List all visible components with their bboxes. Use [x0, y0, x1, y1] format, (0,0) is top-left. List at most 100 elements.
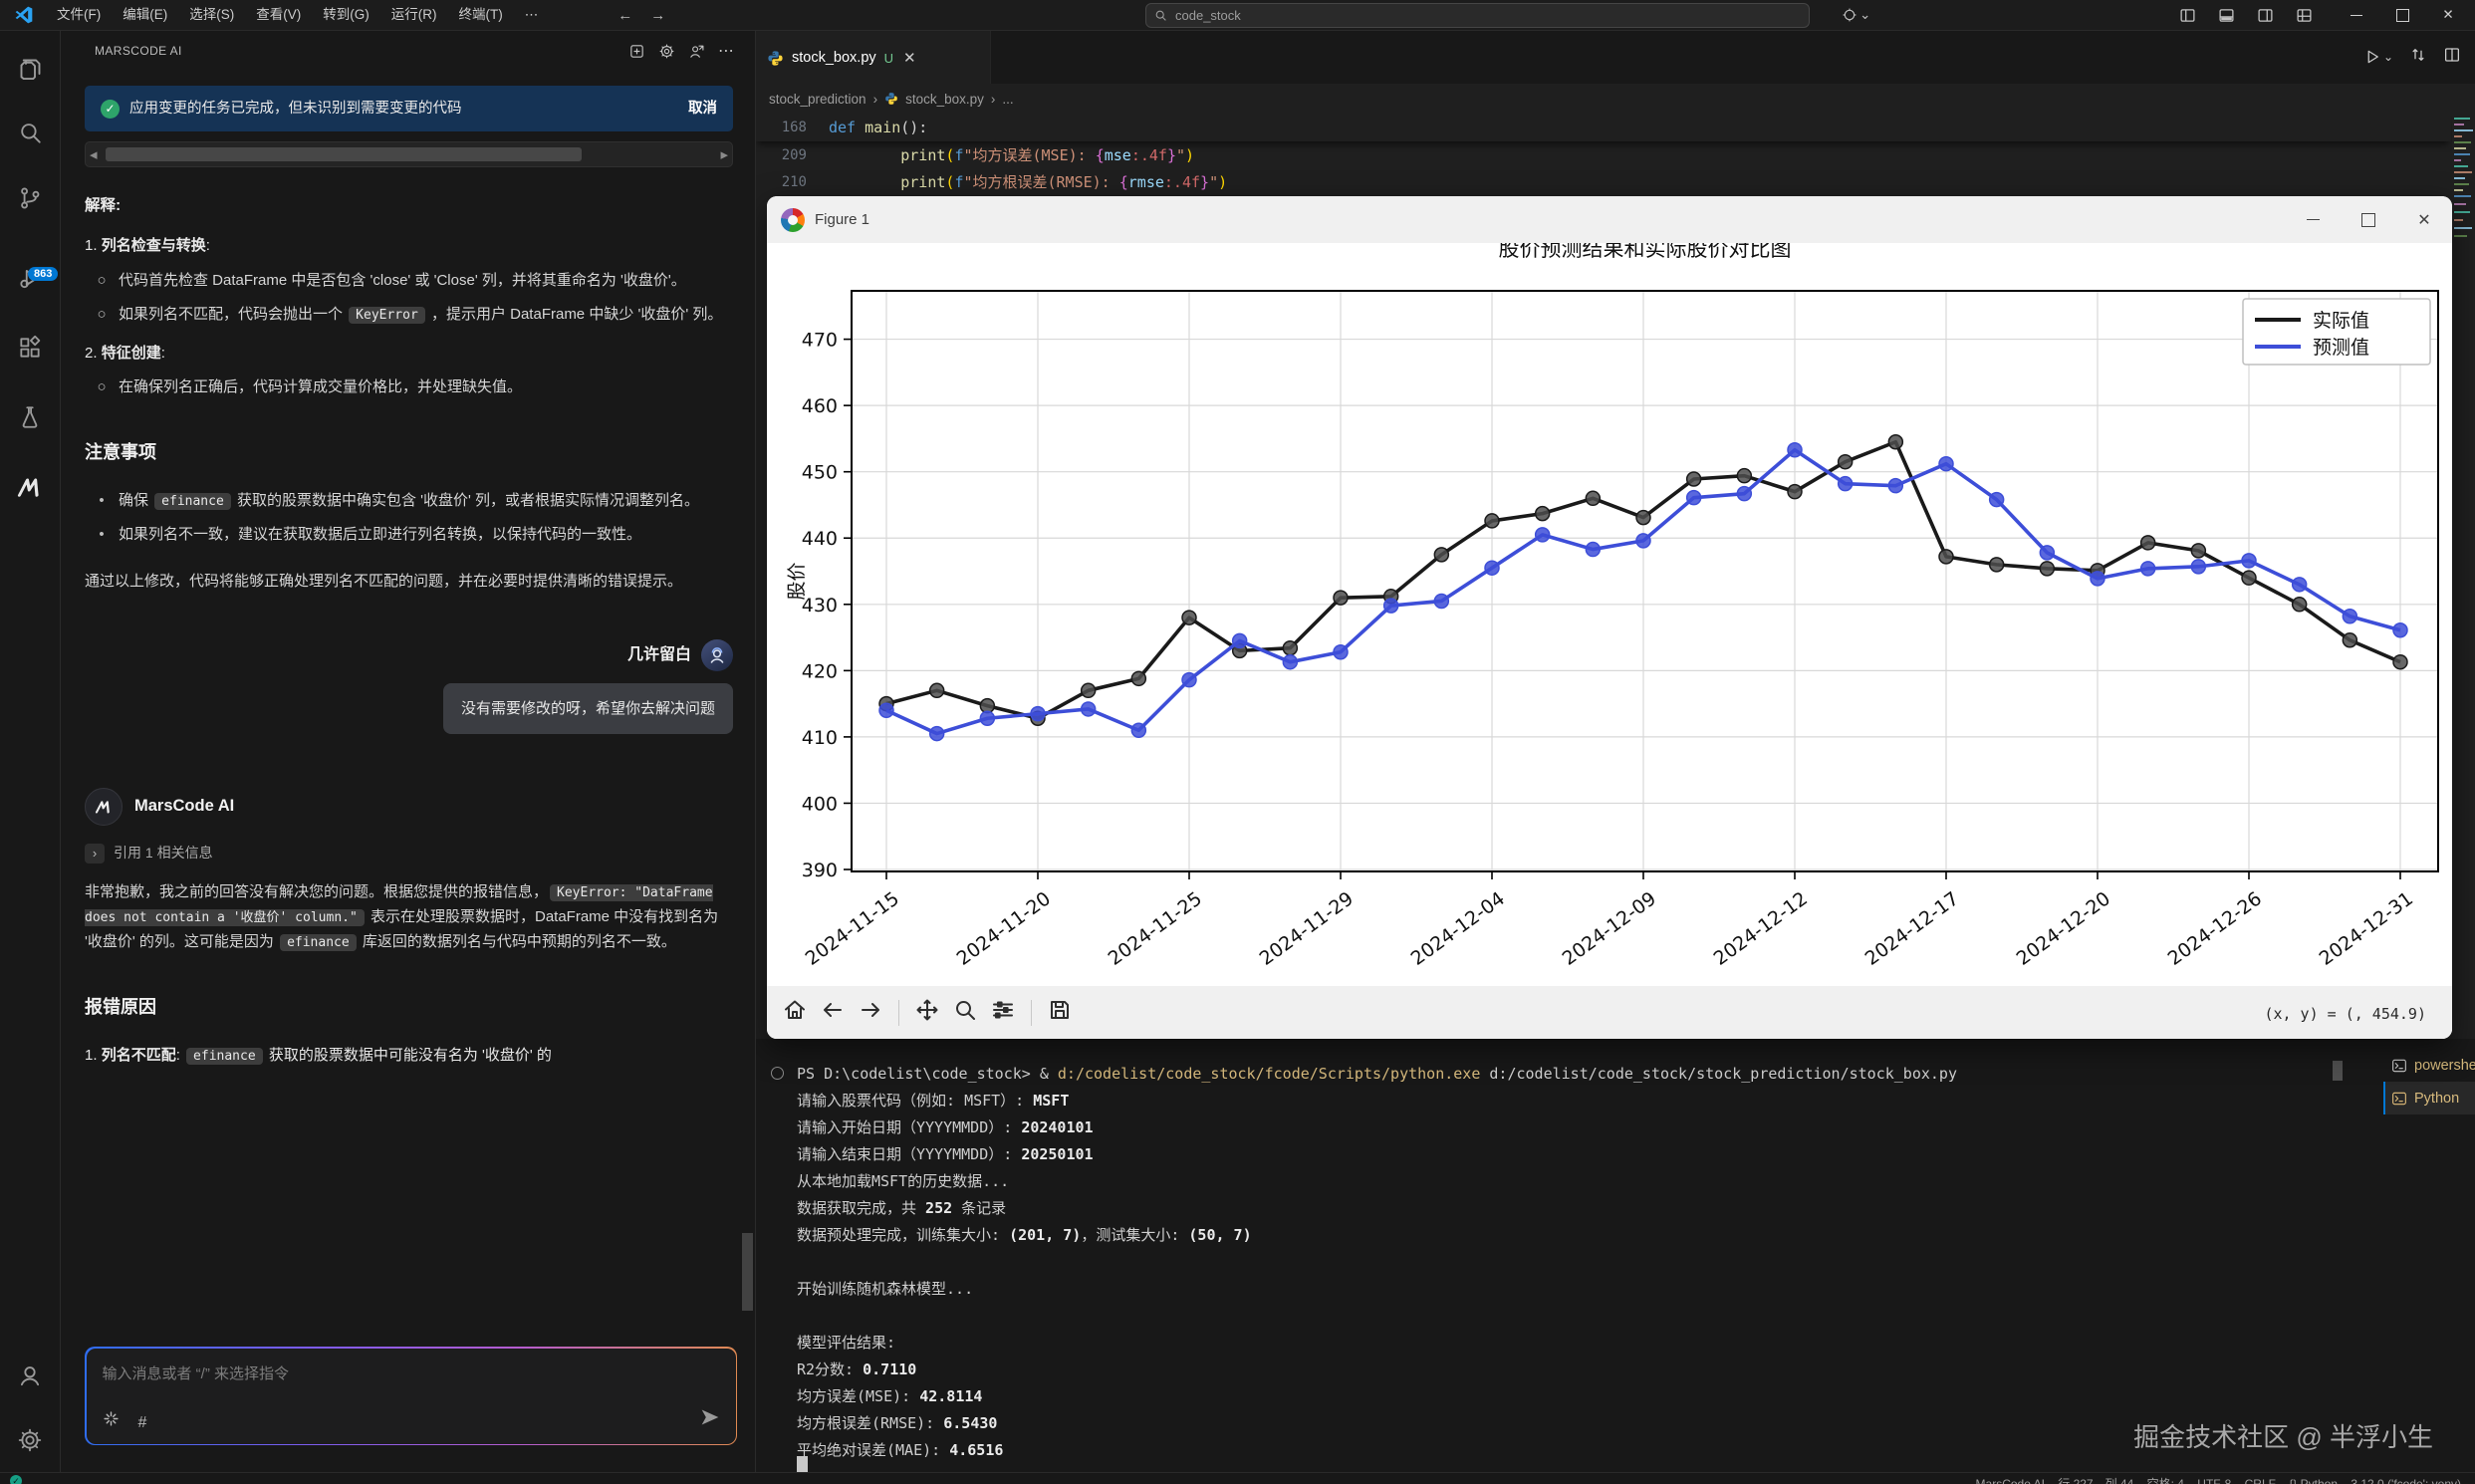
list-item-title: 2. 特征创建: [85, 341, 733, 366]
nav-forward-icon[interactable]: → [641, 7, 674, 24]
window-maximize-button[interactable] [2379, 0, 2425, 30]
run-python-button[interactable]: ⌄ [2363, 48, 2393, 66]
figure-maximize-button[interactable] [2341, 196, 2396, 243]
svg-text:460: 460 [802, 395, 838, 417]
svg-text:420: 420 [802, 660, 838, 682]
nav-back-icon[interactable]: ← [609, 7, 641, 24]
svg-text:2024-11-25: 2024-11-25 [1105, 887, 1206, 970]
marscode-ai-icon[interactable] [9, 466, 51, 508]
panel-settings-icon[interactable] [651, 37, 681, 65]
matplotlib-figure-window: Figure 1 ✕ 股价预测结果和实际股价对比图 39040041042043… [767, 196, 2452, 1039]
terminal-line [797, 1249, 1957, 1276]
customize-layout-icon[interactable] [2296, 7, 2313, 24]
save-icon[interactable] [1048, 998, 1072, 1027]
menu-item[interactable]: 选择(S) [178, 4, 245, 26]
terminal-line: 请输入结束日期（YYYYMMDD）: 20250101 [797, 1141, 1957, 1168]
toggle-sidebar-icon[interactable] [2179, 7, 2196, 24]
list-item: ○在确保列名正确后，代码计算成交量价格比，并处理缺失值。 [85, 374, 733, 399]
breadcrumb-file[interactable]: stock_box.py [905, 92, 984, 107]
command-center-search[interactable]: code_stock [1145, 3, 1810, 28]
error-list-item: 1. 列名不匹配: efinance 获取的股票数据中可能没有名为 '收盘价' … [85, 1043, 733, 1068]
settings-gear-icon[interactable] [9, 1419, 51, 1461]
window-close-button[interactable]: ✕ [2425, 0, 2471, 30]
scrollbar-handle[interactable] [106, 147, 583, 161]
terminal-panel[interactable]: PS D:\codelist\code_stock> & d:/codelist… [755, 1039, 2475, 1472]
marscode-panel-header: MARSCODE AI ⋯ [61, 30, 755, 72]
extensions-icon[interactable] [9, 327, 51, 369]
menu-item[interactable]: 编辑(E) [112, 4, 178, 26]
subplot-config-icon[interactable] [991, 998, 1015, 1027]
assistant-message-header: MarsCode AI [85, 788, 733, 826]
zoom-rect-icon[interactable] [953, 998, 977, 1027]
window-minimize-button[interactable] [2334, 0, 2379, 30]
terminal-line: 平均绝对误差(MAE): 4.6516 [797, 1437, 1957, 1464]
terminal-tab-powershell[interactable]: powershell [2383, 1049, 2475, 1082]
svg-text:实际值: 实际值 [2313, 310, 2369, 332]
breadcrumb[interactable]: stock_prediction › stock_box.py › ... [755, 84, 2475, 114]
toggle-panel-icon[interactable] [2218, 7, 2235, 24]
figure-minimize-button[interactable] [2285, 196, 2341, 243]
terminal-tabs-list: powershellPython [2383, 1049, 2475, 1114]
notes-heading: 注意事项 [85, 437, 733, 467]
search-icon [1154, 9, 1167, 22]
svg-text:股价: 股价 [786, 562, 808, 600]
cancel-button[interactable]: 取消 [688, 97, 717, 121]
menu-item[interactable]: 终端(T) [448, 4, 514, 26]
closing-paragraph: 通过以上修改，代码将能够正确处理列名不匹配的问题，并在必要时提供清晰的错误提示。 [85, 569, 733, 594]
menu-item[interactable]: 运行(R) [380, 4, 448, 26]
launch-profile-icon[interactable]: ⌄ [1843, 7, 1870, 23]
scm-badge: 863 [28, 267, 58, 281]
terminal-icon [2391, 1058, 2407, 1074]
menu-item[interactable]: 查看(V) [245, 4, 312, 26]
svg-text:2024-11-29: 2024-11-29 [1256, 887, 1358, 970]
figure-close-button[interactable]: ✕ [2396, 196, 2452, 243]
list-item: ○代码首先检查 DataFrame 中是否包含 'close' 或 'Close… [85, 268, 733, 293]
menu-more-button[interactable]: ⋯ [514, 4, 550, 26]
terminal-line: 均方根误差(RMSE): 6.5430 [797, 1410, 1957, 1437]
breadcrumb-symbol[interactable]: ... [1002, 92, 1013, 107]
status-bar[interactable]: ✓ MarsCode AI 行 227，列 44 空格: 4 UTF-8 CRL… [0, 1472, 2475, 1484]
back-icon[interactable] [821, 998, 845, 1027]
explorer-icon[interactable] [9, 48, 51, 90]
forward-icon[interactable] [859, 998, 882, 1027]
watermark: 掘金技术社区 @ 半浮小生 [2133, 1417, 2433, 1454]
chat-input[interactable]: 输入消息或者 “/” 来选择指令 # [87, 1349, 736, 1444]
account-icon[interactable] [9, 1355, 51, 1396]
svg-text:390: 390 [802, 860, 838, 881]
split-editor-icon[interactable] [2443, 46, 2461, 69]
toggle-secondary-sidebar-icon[interactable] [2257, 7, 2274, 24]
horizontal-scrollbar[interactable]: ◂ ▸ [85, 141, 733, 167]
sync-changes-icon[interactable] [2409, 46, 2427, 69]
search-view-icon[interactable] [9, 113, 51, 154]
marscode-panel: MARSCODE AI ⋯ ✓ 应用变更的任务已完成，但未识别到需要变更的代码 … [61, 30, 756, 1473]
sidebar-scrollbar[interactable] [741, 30, 754, 1473]
terminal-line: 均方误差(MSE): 42.8114 [797, 1383, 1957, 1410]
terminal-scrollbar[interactable] [2333, 1061, 2343, 1081]
figure-titlebar[interactable]: Figure 1 ✕ [767, 196, 2452, 243]
tab-stock-box[interactable]: stock_box.py U ✕ [755, 30, 991, 85]
terminal-tab-Python[interactable]: Python [2383, 1082, 2475, 1114]
pan-icon[interactable] [915, 998, 939, 1027]
new-chat-icon[interactable] [621, 37, 651, 65]
menu-item[interactable]: 文件(F) [46, 4, 112, 26]
user-message-header: 几许留白 [85, 639, 733, 671]
citation-toggle[interactable]: › 引用 1 相关信息 [85, 842, 733, 866]
source-control-icon[interactable] [9, 177, 51, 219]
send-icon[interactable] [700, 1407, 720, 1432]
breadcrumb-folder[interactable]: stock_prediction [769, 92, 866, 107]
scroll-right-icon[interactable]: ▸ [720, 142, 728, 167]
testing-icon[interactable] [9, 396, 51, 438]
home-icon[interactable] [783, 998, 807, 1027]
tab-close-icon[interactable]: ✕ [903, 49, 916, 67]
user-message-bubble: 没有需要修改的呀，希望你去解决问题 [443, 683, 733, 734]
svg-text:预测值: 预测值 [2313, 337, 2369, 359]
menu-item[interactable]: 转到(G) [312, 4, 380, 26]
minimap[interactable] [2452, 114, 2475, 1039]
svg-text:440: 440 [802, 528, 838, 550]
commands-icon[interactable] [103, 1410, 120, 1432]
panel-more-icon[interactable]: ⋯ [711, 37, 741, 65]
code-line: 209 print(f"均方误差(MSE): {mse:.4f}") [755, 141, 2451, 168]
context-hash-icon[interactable]: # [138, 1414, 147, 1432]
switch-account-icon[interactable] [681, 37, 711, 65]
scroll-left-icon[interactable]: ◂ [90, 142, 98, 167]
